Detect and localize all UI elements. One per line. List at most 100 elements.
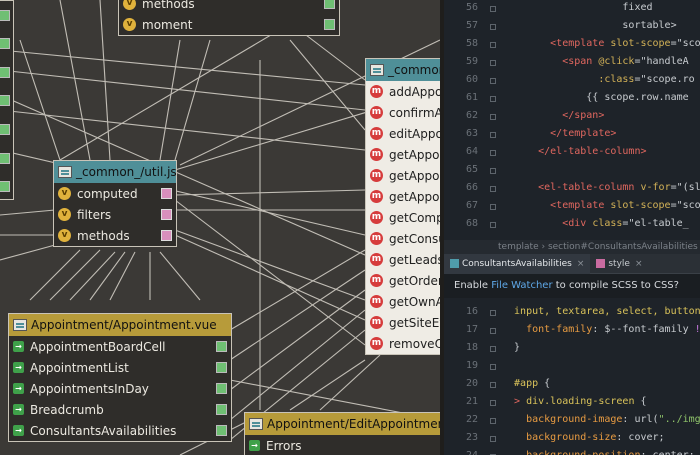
node-edit-appointment-vue-header[interactable]: Appointment/EditAppointment.vue xyxy=(245,413,440,435)
fold-marker-icon[interactable] xyxy=(490,132,496,138)
code-line[interactable]: <el-table-column v-for="(slot xyxy=(502,182,700,193)
port-icon[interactable] xyxy=(0,124,10,136)
port-icon[interactable] xyxy=(0,66,10,78)
node-common-header[interactable]: _common xyxy=(366,59,440,81)
node-common-row[interactable]: m confirmAp xyxy=(366,102,440,123)
node-util-js-row[interactable]: v filters xyxy=(54,204,176,225)
fold-marker-icon[interactable] xyxy=(490,60,496,66)
close-icon[interactable]: × xyxy=(577,259,585,269)
node-common-row[interactable]: m getLeadsA xyxy=(366,249,440,270)
tab-consultants-availabilities[interactable]: ConsultantsAvailabilities × xyxy=(444,253,591,274)
code-line[interactable]: </span> xyxy=(502,110,604,121)
node-util-js-row[interactable]: v computed xyxy=(54,183,176,204)
node-common-row[interactable]: m addAppoi xyxy=(366,81,440,102)
port-icon[interactable] xyxy=(161,230,172,241)
node-common-row[interactable]: m getCompa xyxy=(366,207,440,228)
fold-marker-icon[interactable] xyxy=(490,6,496,12)
code-editor[interactable]: template › section#ConsultantsAvailabili… xyxy=(444,0,700,455)
port-icon[interactable] xyxy=(161,188,172,199)
file-watcher-link[interactable]: File Watcher xyxy=(491,280,552,291)
code-line[interactable]: font-family: $--font-family !important; xyxy=(502,324,700,335)
code-line[interactable]: </template> xyxy=(502,128,616,139)
code-line[interactable]: :class="scope.ro xyxy=(502,74,694,85)
node-top[interactable]: v methods v moment xyxy=(118,0,340,36)
fold-marker-icon[interactable] xyxy=(490,328,496,334)
node-common-row[interactable]: m editAppoi xyxy=(366,123,440,144)
fold-marker-icon[interactable] xyxy=(490,364,496,370)
node-edit-appointment-vue-row[interactable]: → Errors xyxy=(245,435,440,455)
node-top-row[interactable]: v methods xyxy=(119,0,339,14)
node-common-row[interactable]: m getOrderE xyxy=(366,270,440,291)
fold-marker-icon[interactable] xyxy=(490,222,496,228)
breadcrumb[interactable]: template › section#ConsultantsAvailabili… xyxy=(444,240,700,254)
code-line[interactable]: <template slot-scope="scop xyxy=(502,38,700,49)
code-line[interactable]: <span @click="handleA xyxy=(502,56,688,67)
port-icon[interactable] xyxy=(0,38,10,50)
port-icon[interactable] xyxy=(216,341,227,352)
code-line[interactable]: input, textarea, select, button { xyxy=(502,306,700,317)
code-line[interactable]: <div class="el-table_ xyxy=(502,218,688,229)
fold-marker-icon[interactable] xyxy=(490,150,496,156)
fold-marker-icon[interactable] xyxy=(490,204,496,210)
fold-marker-icon[interactable] xyxy=(490,42,496,48)
node-common-row[interactable]: m getSiteEve xyxy=(366,312,440,333)
code-line[interactable]: <template slot-scope="scop xyxy=(502,200,700,211)
fold-marker-icon[interactable] xyxy=(490,346,496,352)
code-line[interactable]: background-image: url("../img/header- xyxy=(502,414,700,425)
fold-marker-icon[interactable] xyxy=(490,310,496,316)
port-icon[interactable] xyxy=(324,19,335,30)
fold-marker-icon[interactable] xyxy=(490,186,496,192)
code-line[interactable]: #app { xyxy=(502,378,550,389)
node-edit-appointment-vue[interactable]: Appointment/EditAppointment.vue → Errors xyxy=(244,412,440,455)
code-line[interactable]: } xyxy=(502,342,520,353)
code-line[interactable]: sortable> xyxy=(502,20,676,31)
fold-marker-icon[interactable] xyxy=(490,436,496,442)
fold-marker-icon[interactable] xyxy=(490,96,496,102)
node-util-js-header[interactable]: _common_/util.js xyxy=(54,161,176,183)
node-common-row[interactable]: m getOwnAp xyxy=(366,291,440,312)
port-icon[interactable] xyxy=(0,181,10,193)
tab-style[interactable]: style × xyxy=(590,254,648,274)
code-line[interactable]: background-size: cover; xyxy=(502,432,664,443)
close-icon[interactable]: × xyxy=(635,259,643,269)
node-common[interactable]: _common m addAppoi m confirmAp m editAppoi … xyxy=(365,58,440,355)
node-common-row[interactable]: m getConsul xyxy=(366,228,440,249)
node-util-js-row[interactable]: v methods xyxy=(54,225,176,246)
port-icon[interactable] xyxy=(216,383,227,394)
node-appointment-vue-header[interactable]: Appointment/Appointment.vue xyxy=(9,314,231,336)
node-common-row[interactable]: m getAppoi xyxy=(366,186,440,207)
port-icon[interactable] xyxy=(216,404,227,415)
dependency-diagram[interactable]: v methods v moment _common_/util.js v co… xyxy=(0,0,440,455)
port-icon[interactable] xyxy=(0,95,10,107)
code-line[interactable]: > div.loading-screen { xyxy=(502,396,646,407)
node-common-row[interactable]: m getAppoir xyxy=(366,144,440,165)
node-appointment-vue-row[interactable]: → Breadcrumb xyxy=(9,399,231,420)
fold-marker-icon[interactable] xyxy=(490,418,496,424)
node-appointment-vue-row[interactable]: → AppointmentList xyxy=(9,357,231,378)
port-icon[interactable] xyxy=(324,0,335,9)
node-appointment-vue-row[interactable]: → ConsultantsAvailabilities xyxy=(9,420,231,441)
code-line[interactable]: background-position: center; xyxy=(502,450,695,455)
fold-marker-icon[interactable] xyxy=(490,114,496,120)
port-icon[interactable] xyxy=(216,425,227,436)
code-line[interactable]: </el-table-column> xyxy=(502,146,646,157)
fold-marker-icon[interactable] xyxy=(490,78,496,84)
node-appointment-vue[interactable]: Appointment/Appointment.vue → Appointment… xyxy=(8,313,232,442)
fold-marker-icon[interactable] xyxy=(490,400,496,406)
code-line[interactable]: {{ scope.row.name xyxy=(502,92,688,103)
code-line[interactable]: fixed xyxy=(502,2,652,13)
fold-marker-icon[interactable] xyxy=(490,168,496,174)
node-appointment-vue-row[interactable]: → AppointmentsInDay xyxy=(9,378,231,399)
node-util-js[interactable]: _common_/util.js v computed v filters v … xyxy=(53,160,177,247)
node-common-row[interactable]: m removeOr xyxy=(366,333,440,354)
node-top-row[interactable]: v moment xyxy=(119,14,339,35)
fold-marker-icon[interactable] xyxy=(490,382,496,388)
node-appointment-vue-row[interactable]: → AppointmentBoardCell xyxy=(9,336,231,357)
fold-marker-icon[interactable] xyxy=(490,24,496,30)
port-icon[interactable] xyxy=(0,9,10,21)
port-icon[interactable] xyxy=(0,152,10,164)
node-left-edge[interactable] xyxy=(0,0,14,200)
port-icon[interactable] xyxy=(216,362,227,373)
port-icon[interactable] xyxy=(161,209,172,220)
node-common-row[interactable]: m getAppoir xyxy=(366,165,440,186)
